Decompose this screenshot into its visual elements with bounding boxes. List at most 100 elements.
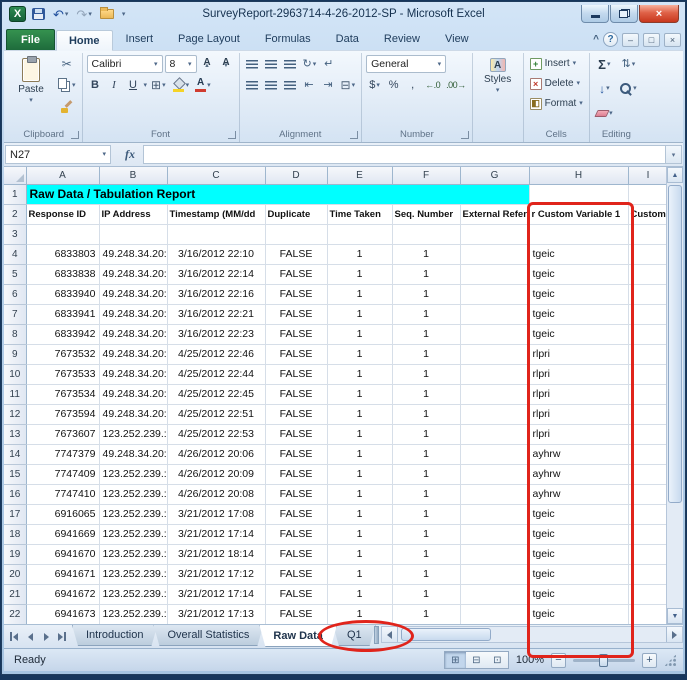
- increase-indent-button[interactable]: ⇥: [320, 76, 337, 94]
- align-center-button[interactable]: [263, 76, 280, 94]
- cell[interactable]: [460, 404, 529, 424]
- ribbon-tab-data[interactable]: Data: [324, 29, 371, 50]
- cell[interactable]: 49.248.34.20:: [99, 344, 167, 364]
- row-header-11[interactable]: 11: [4, 384, 26, 404]
- cell[interactable]: FALSE: [265, 464, 327, 484]
- column-header-e[interactable]: E: [327, 167, 392, 184]
- workbook-minimize-button[interactable]: –: [622, 33, 639, 47]
- cell[interactable]: 1: [327, 424, 392, 444]
- row-header-17[interactable]: 17: [4, 504, 26, 524]
- fill-color-button[interactable]: ▾: [170, 76, 192, 94]
- column-title-cell[interactable]: Time Taken: [327, 204, 392, 224]
- cell[interactable]: tgeic: [529, 524, 628, 544]
- cell[interactable]: [628, 424, 666, 444]
- cell[interactable]: [628, 444, 666, 464]
- cell[interactable]: rlpri: [529, 364, 628, 384]
- column-title-cell[interactable]: IP Address: [99, 204, 167, 224]
- resize-grip[interactable]: [664, 654, 677, 667]
- column-title-cell[interactable]: Response ID: [26, 204, 99, 224]
- cell[interactable]: [628, 564, 666, 584]
- cell[interactable]: 1: [392, 364, 460, 384]
- cell[interactable]: 3/16/2012 22:14: [167, 264, 265, 284]
- cell[interactable]: 49.248.34.20:: [99, 284, 167, 304]
- ribbon-tab-file[interactable]: File: [6, 29, 55, 50]
- cell[interactable]: [628, 364, 666, 384]
- row-header-18[interactable]: 18: [4, 524, 26, 544]
- minimize-ribbon-button[interactable]: ^: [593, 34, 599, 45]
- cell[interactable]: tgeic: [529, 564, 628, 584]
- ribbon-tab-view[interactable]: View: [433, 29, 481, 50]
- cell[interactable]: 7747409: [26, 464, 99, 484]
- vertical-scroll-thumb[interactable]: [668, 185, 682, 503]
- cell[interactable]: [529, 184, 628, 204]
- select-all-corner[interactable]: [4, 167, 26, 184]
- number-dialog-launcher[interactable]: [461, 131, 469, 139]
- cell[interactable]: 1: [327, 364, 392, 384]
- cut-button[interactable]: ✂: [56, 55, 78, 73]
- cell[interactable]: tgeic: [529, 584, 628, 604]
- ribbon-tab-review[interactable]: Review: [372, 29, 432, 50]
- cell[interactable]: 4/26/2012 20:09: [167, 464, 265, 484]
- cell[interactable]: [460, 564, 529, 584]
- delete-cells-button[interactable]: ×Delete▾: [528, 75, 585, 92]
- column-header-d[interactable]: D: [265, 167, 327, 184]
- align-left-button[interactable]: [244, 76, 261, 94]
- undo-button[interactable]: ↶▾: [51, 5, 70, 23]
- cell[interactable]: rlpri: [529, 424, 628, 444]
- cell[interactable]: 1: [327, 264, 392, 284]
- cell[interactable]: 7673534: [26, 384, 99, 404]
- align-middle-button[interactable]: [263, 55, 280, 73]
- cell[interactable]: 1: [327, 324, 392, 344]
- fill-button[interactable]: ↓▾: [594, 80, 615, 98]
- cell[interactable]: [460, 524, 529, 544]
- cell[interactable]: [460, 444, 529, 464]
- cell[interactable]: 6941670: [26, 544, 99, 564]
- cell[interactable]: 1: [392, 244, 460, 264]
- cell[interactable]: 1: [327, 444, 392, 464]
- ribbon-tab-page-layout[interactable]: Page Layout: [166, 29, 252, 50]
- zoom-slider[interactable]: [573, 659, 635, 662]
- formula-input[interactable]: [143, 145, 666, 164]
- cell[interactable]: ayhrw: [529, 464, 628, 484]
- cell[interactable]: 49.248.34.20:: [99, 264, 167, 284]
- cell[interactable]: 123.252.239.:: [99, 604, 167, 624]
- cell[interactable]: [628, 404, 666, 424]
- cell[interactable]: 4/25/2012 22:44: [167, 364, 265, 384]
- cell[interactable]: 6833942: [26, 324, 99, 344]
- horizontal-scroll-track[interactable]: [398, 627, 666, 642]
- cell[interactable]: 7673607: [26, 424, 99, 444]
- expand-formula-bar-button[interactable]: ▾: [666, 145, 682, 164]
- find-select-button[interactable]: ▾: [618, 80, 639, 98]
- cell[interactable]: FALSE: [265, 324, 327, 344]
- cell[interactable]: 6941669: [26, 524, 99, 544]
- font-family-combo[interactable]: Calibri▾: [87, 55, 163, 73]
- cell[interactable]: FALSE: [265, 424, 327, 444]
- cell[interactable]: 1: [327, 284, 392, 304]
- tab-split-handle[interactable]: [374, 626, 379, 644]
- increase-decimal-button[interactable]: ←.0: [423, 76, 442, 94]
- cell[interactable]: 6833941: [26, 304, 99, 324]
- cell[interactable]: FALSE: [265, 504, 327, 524]
- name-box[interactable]: N27 ▾: [5, 145, 111, 164]
- cell[interactable]: [460, 464, 529, 484]
- column-header-h[interactable]: H: [529, 167, 628, 184]
- cell[interactable]: 4/25/2012 22:53: [167, 424, 265, 444]
- cell[interactable]: 123.252.239.:: [99, 464, 167, 484]
- cell[interactable]: 1: [392, 404, 460, 424]
- cell[interactable]: 7673532: [26, 344, 99, 364]
- font-color-button[interactable]: A▾: [193, 76, 213, 94]
- cell[interactable]: [628, 244, 666, 264]
- scroll-up-button[interactable]: ▲: [667, 167, 683, 183]
- cell[interactable]: [628, 284, 666, 304]
- cell[interactable]: 1: [327, 544, 392, 564]
- cell[interactable]: 123.252.239.:: [99, 584, 167, 604]
- cell[interactable]: [628, 504, 666, 524]
- cell[interactable]: [460, 504, 529, 524]
- cell[interactable]: 4/25/2012 22:51: [167, 404, 265, 424]
- cell[interactable]: [628, 584, 666, 604]
- cell[interactable]: 1: [327, 564, 392, 584]
- ribbon-tab-home[interactable]: Home: [56, 30, 113, 51]
- sheet-tab-introduction[interactable]: Introduction: [72, 625, 157, 646]
- cell[interactable]: [460, 324, 529, 344]
- cell[interactable]: 4/26/2012 20:08: [167, 484, 265, 504]
